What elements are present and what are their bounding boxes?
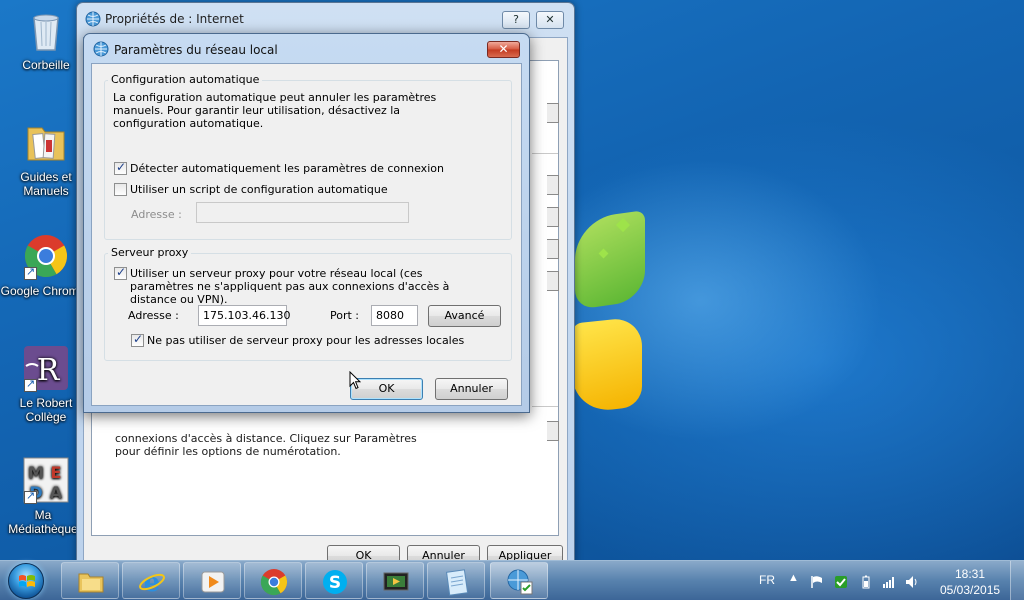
advanced-button[interactable]: Avancé	[428, 305, 501, 327]
internet-options-icon	[85, 11, 101, 27]
desktop-icon-mediatheque[interactable]: M E D A Ma Médiathèque	[6, 456, 86, 536]
recycle-bin-icon	[22, 6, 70, 54]
desktop-icon-guides[interactable]: Guides et Manuels	[6, 118, 86, 198]
script-address-input[interactable]	[196, 202, 409, 223]
use-proxy-checkbox[interactable]	[114, 265, 127, 280]
close-button[interactable]: ✕	[487, 41, 520, 58]
partial-button[interactable]	[547, 103, 559, 123]
svg-text:R: R	[37, 353, 61, 388]
internet-options-icon	[507, 569, 533, 595]
desktop-icon-recycle-bin[interactable]: Corbeille	[6, 6, 86, 72]
start-button[interactable]	[8, 563, 44, 599]
desktop-icon-label: Ma Médiathèque	[8, 508, 78, 536]
desktop-icon-le-robert[interactable]: R Le Robert Collège	[6, 344, 86, 424]
clock-time[interactable]: 18:31	[955, 567, 985, 581]
separator	[532, 153, 558, 154]
mouse-pointer-icon	[349, 371, 361, 390]
partial-button[interactable]	[547, 207, 559, 227]
close-button[interactable]: ✕	[536, 11, 564, 29]
security-check-icon[interactable]	[834, 575, 848, 589]
desktop-icon-label: Guides et Manuels	[20, 170, 72, 198]
chrome-icon	[22, 232, 70, 280]
chrome-icon	[260, 569, 288, 596]
shortcut-arrow-icon	[24, 489, 37, 504]
proxy-port-label: Port :	[330, 309, 360, 322]
internet-options-icon	[93, 41, 109, 57]
taskbar-media-player[interactable]	[183, 562, 241, 599]
internet-explorer-icon: e	[139, 568, 165, 597]
svg-text:M: M	[28, 463, 44, 482]
dialog-title: Paramètres du réseau local	[114, 43, 278, 57]
partial-button[interactable]	[547, 239, 559, 259]
windows-flag-yellow-pane	[572, 316, 642, 414]
show-hidden-icons-button[interactable]: ▲	[788, 572, 799, 584]
desktop-icon-label: Le Robert Collège	[19, 396, 73, 424]
svg-text:S: S	[329, 573, 341, 593]
proxy-group-label: Serveur proxy	[108, 246, 192, 259]
language-indicator[interactable]: FR	[759, 573, 775, 587]
cancel-button[interactable]: Annuler	[435, 378, 508, 400]
clock-date[interactable]: 05/03/2015	[940, 583, 1000, 597]
proxy-address-label: Adresse :	[128, 309, 179, 322]
detect-settings-checkbox[interactable]	[114, 160, 127, 175]
proxy-address-input[interactable]: 175.103.46.130	[198, 305, 290, 326]
desktop-icon-label: Corbeille	[22, 58, 70, 72]
use-script-checkbox[interactable]	[114, 183, 127, 196]
taskbar-internet-explorer[interactable]: e	[122, 562, 180, 599]
battery-icon[interactable]	[859, 575, 873, 589]
desktop-icon-chrome[interactable]: Google Chrome	[1, 232, 86, 298]
svg-text:e: e	[144, 568, 161, 597]
shortcut-arrow-icon	[24, 265, 37, 280]
separator	[532, 406, 558, 407]
desktop-icon-label: Google Chrome	[0, 284, 86, 298]
notepad-icon	[445, 569, 469, 596]
svg-text:A: A	[50, 483, 63, 502]
windows-logo-icon	[19, 575, 35, 587]
media-center-icon	[383, 572, 409, 591]
dialup-description: connexions d'accès à distance. Cliquez s…	[115, 432, 417, 458]
partial-button[interactable]	[547, 175, 559, 195]
volume-icon[interactable]	[905, 575, 919, 589]
partial-button[interactable]	[547, 271, 559, 291]
taskbar-internet-options[interactable]	[490, 562, 548, 599]
skype-icon: S	[323, 570, 347, 594]
windows-explorer-icon	[78, 573, 104, 593]
window-title: Propriétés de : Internet	[105, 12, 244, 26]
taskbar-chrome[interactable]	[244, 562, 302, 599]
bypass-local-label: Ne pas utiliser de serveur proxy pour le…	[147, 334, 465, 347]
taskbar-media-center[interactable]	[366, 562, 424, 599]
mediatheque-icon: M E D A	[22, 456, 70, 504]
shortcut-arrow-icon	[24, 377, 37, 392]
proxy-port-input[interactable]: 8080	[371, 305, 418, 326]
auto-config-description: La configuration automatique peut annule…	[113, 91, 437, 130]
partial-button[interactable]	[547, 421, 559, 441]
use-proxy-label: Utiliser un serveur proxy pour votre rés…	[130, 267, 450, 306]
auto-config-group-label: Configuration automatique	[108, 73, 263, 86]
folder-icon	[22, 118, 70, 166]
taskbar-skype[interactable]: S	[305, 562, 363, 599]
use-script-label: Utiliser un script de configuration auto…	[130, 183, 388, 196]
taskbar-explorer[interactable]	[61, 562, 119, 599]
show-desktop-button[interactable]	[1010, 561, 1024, 600]
script-address-label: Adresse :	[131, 208, 182, 221]
bypass-local-checkbox[interactable]	[131, 332, 144, 347]
lan-settings-dialog: Paramètres du réseau local ✕ Configurati…	[83, 33, 530, 413]
taskbar-notepad[interactable]	[427, 562, 485, 599]
detect-settings-label: Détecter automatiquement les paramètres …	[130, 162, 444, 175]
help-button[interactable]: ?	[502, 11, 530, 29]
media-player-icon	[201, 571, 225, 593]
network-icon[interactable]	[882, 575, 896, 589]
dialog-body: Configuration automatique La configurati…	[91, 63, 522, 406]
svg-text:E: E	[51, 463, 62, 482]
action-center-flag-icon[interactable]	[810, 575, 824, 589]
windows-flag-green-pane	[575, 210, 645, 310]
taskbar: e S FR ▲ 18:31 05/03/2015	[0, 560, 1024, 600]
le-robert-icon: R	[22, 344, 70, 392]
